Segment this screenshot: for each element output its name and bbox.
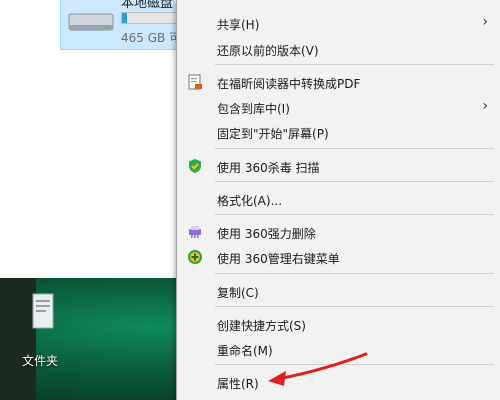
menu-item-label: 创建快捷方式(S)	[217, 319, 306, 333]
menu-item-label: 重命名(M)	[217, 344, 273, 358]
shredder-icon	[189, 226, 201, 238]
menu-item-label: 还原以前的版本(V)	[217, 44, 319, 58]
shield-icon	[189, 159, 201, 173]
menu-item-label: 使用 360杀毒 扫描	[217, 161, 320, 175]
menu-separator	[215, 306, 494, 307]
menu-item-label: 共享(H)	[217, 18, 260, 32]
menu-item-label: 使用 360管理右键菜单	[217, 252, 340, 266]
file-icon[interactable]	[30, 292, 56, 334]
menu-item-label: 复制(C)	[217, 286, 259, 300]
menu-separator	[215, 181, 494, 182]
chevron-right-icon: ›	[482, 98, 488, 114]
context-menu: 共享(H) › 还原以前的版本(V) 在福昕阅读器中转换成PDF 包含到库中(I…	[176, 0, 500, 400]
drive-free-space: 465 GB 可	[121, 31, 182, 45]
menu-item-360-scan[interactable]: 使用 360杀毒 扫描	[177, 155, 500, 177]
menu-item-format[interactable]: 格式化(A)...	[177, 188, 500, 210]
menu-separator	[215, 364, 494, 365]
menu-item-label: 包含到库中(I)	[217, 102, 290, 116]
menu-separator	[215, 273, 494, 274]
menu-item-share[interactable]: 共享(H) ›	[177, 12, 500, 34]
menu-item-360-force-delete[interactable]: 使用 360强力删除	[177, 221, 500, 243]
menu-item-pin-start[interactable]: 固定到"开始"屏幕(P)	[177, 121, 500, 143]
menu-separator	[215, 64, 494, 65]
local-disk-tile[interactable]: 本地磁盘 465 GB 可	[60, 0, 182, 50]
menu-item-properties[interactable]: 属性(R)	[177, 371, 500, 393]
drive-name: 本地磁盘	[121, 0, 174, 11]
menu-separator	[215, 214, 494, 215]
drive-usage-bar	[121, 12, 181, 24]
menu-item-restore-previous[interactable]: 还原以前的版本(V)	[177, 38, 500, 60]
foxit-pdf-icon	[188, 74, 202, 90]
menu-separator	[215, 148, 494, 149]
menu-item-label: 格式化(A)...	[217, 194, 283, 208]
menu-item-label: 属性(R)	[217, 377, 259, 391]
chevron-right-icon: ›	[482, 14, 488, 30]
menu-item-label: 固定到"开始"屏幕(P)	[217, 127, 329, 141]
menu-item-create-shortcut[interactable]: 创建快捷方式(S)	[177, 313, 500, 335]
explorer-left-edge	[0, 0, 36, 278]
menu-item-rename[interactable]: 重命名(M)	[177, 338, 500, 360]
menu-item-foxit-pdf[interactable]: 在福昕阅读器中转换成PDF	[177, 71, 500, 93]
menu-item-label: 使用 360强力删除	[217, 227, 316, 241]
desktop-icon-label[interactable]: 文件夹	[22, 352, 58, 369]
drive-usage-fill	[122, 13, 127, 23]
menu-item-label: 在福昕阅读器中转换成PDF	[217, 77, 361, 91]
menu-item-include-library[interactable]: 包含到库中(I) ›	[177, 96, 500, 118]
menu-item-360-manage-right-click[interactable]: 使用 360管理右键菜单	[177, 246, 500, 268]
360-plus-icon	[188, 250, 202, 264]
menu-item-copy[interactable]: 复制(C)	[177, 280, 500, 302]
hard-drive-icon	[68, 13, 114, 31]
